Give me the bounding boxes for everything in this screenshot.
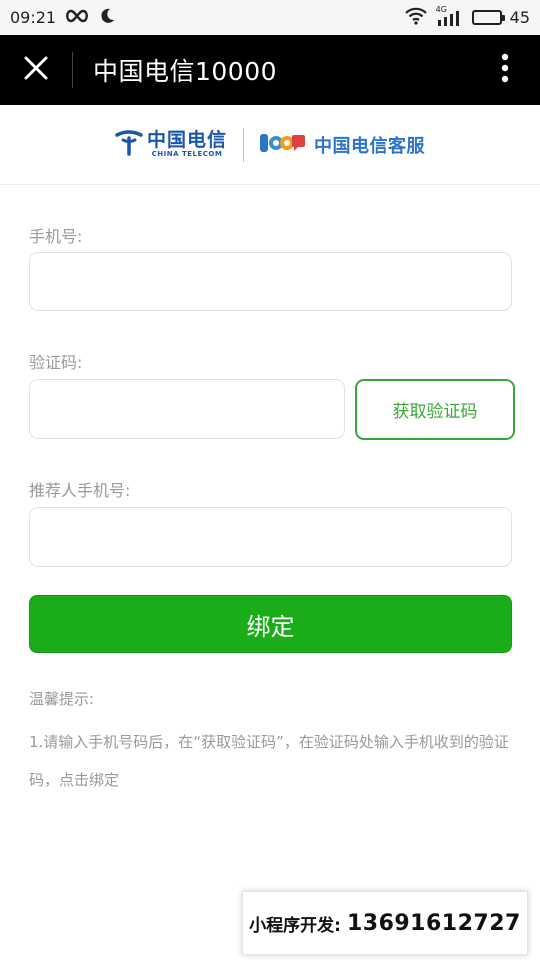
promo-label: 小程序开发: — [249, 915, 341, 936]
more-button[interactable] — [470, 35, 540, 105]
battery-icon: 45 — [471, 8, 530, 27]
logo-strip: 中国电信 CHINA TELECOM 中国电信客服 — [0, 105, 540, 185]
referrer-label: 推荐人手机号: — [29, 481, 131, 500]
tips-section: 温馨提示: 1.请输入手机号码后，在“获取验证码”，在验证码处输入手机收到的验证… — [29, 688, 519, 799]
promo-banner: 小程序开发: 13691612727 — [242, 891, 528, 955]
customer-service-logo: 中国电信客服 — [258, 131, 425, 159]
brand-name-en: CHINA TELECOM — [151, 150, 223, 158]
get-code-button[interactable]: 获取验证码 — [355, 379, 515, 440]
status-time: 09:21 — [10, 8, 57, 27]
verification-code-input[interactable] — [29, 379, 345, 439]
china-telecom-logo: 中国电信 CHINA TELECOM — [115, 129, 227, 160]
service-name: 中国电信客服 — [314, 135, 425, 157]
wifi-icon — [404, 7, 428, 29]
more-vertical-icon — [501, 53, 509, 87]
bind-button[interactable]: 绑定 — [29, 595, 512, 653]
signal-icon: 4G — [436, 5, 464, 27]
promo-phone: 13691612727 — [346, 910, 521, 936]
close-icon — [23, 55, 49, 85]
referrer-phone-input[interactable] — [29, 507, 512, 567]
page-title: 中国电信10000 — [93, 57, 278, 86]
network-type-label: 4G — [435, 4, 447, 14]
title-divider — [72, 52, 73, 88]
logo-divider — [243, 127, 244, 162]
battery-level: 45 — [509, 8, 530, 27]
infinity-icon — [64, 8, 90, 27]
close-button[interactable] — [0, 35, 72, 105]
moon-icon — [98, 7, 116, 29]
phone-input[interactable] — [29, 252, 512, 311]
tips-body: 1.请输入手机号码后，在“获取验证码”，在验证码处输入手机收到的验证码，点击绑定 — [29, 733, 509, 789]
status-bar: 09:21 4G 45 — [0, 0, 540, 35]
tips-title: 温馨提示: — [29, 690, 95, 708]
code-label: 验证码: — [29, 353, 83, 372]
service-emblem-icon — [258, 131, 306, 159]
title-bar: 中国电信10000 — [0, 35, 540, 105]
battery-shell — [471, 10, 505, 25]
brand-name-cn: 中国电信 — [146, 129, 227, 151]
phone-label: 手机号: — [29, 227, 83, 246]
telecom-emblem-icon — [115, 129, 143, 160]
